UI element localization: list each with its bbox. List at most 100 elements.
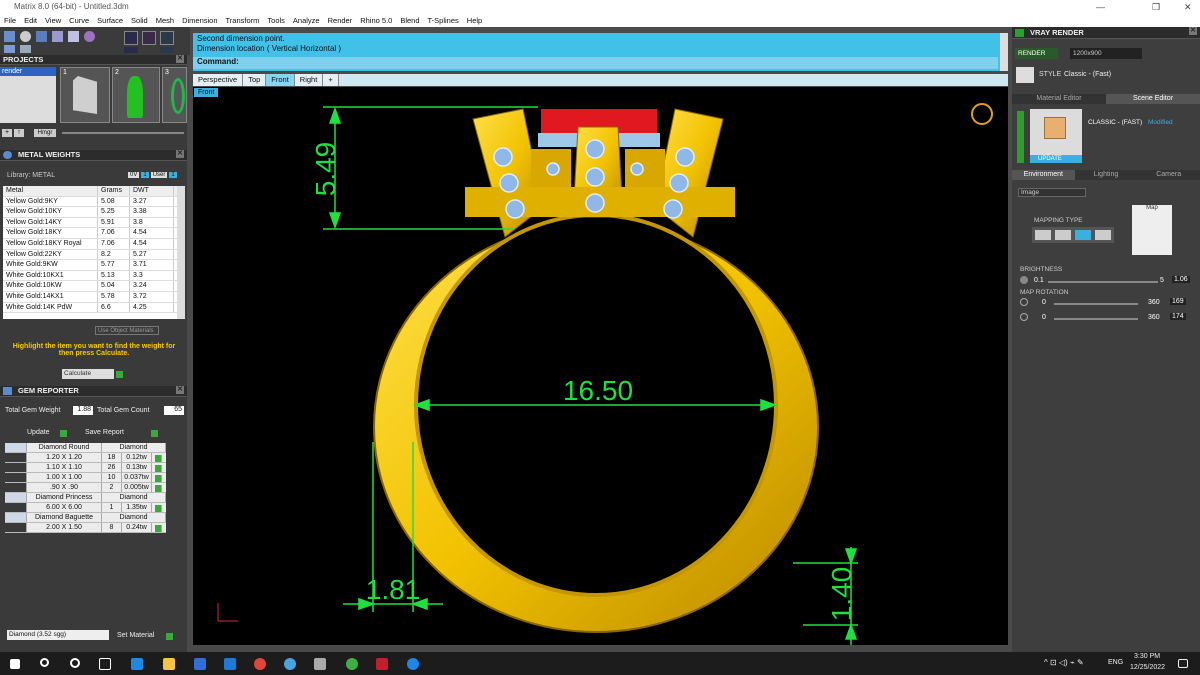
style-select[interactable]: Classic - (Fast) xyxy=(1064,71,1111,78)
menu-help[interactable]: Help xyxy=(463,16,486,25)
tab-top[interactable]: Top xyxy=(243,74,267,86)
cortana-icon[interactable] xyxy=(70,658,80,668)
scene-expander[interactable] xyxy=(1017,111,1024,163)
close-button[interactable]: ✕ xyxy=(1184,0,1192,14)
manager-button[interactable]: Hmgr xyxy=(34,129,56,137)
layers-icon[interactable] xyxy=(4,45,15,53)
clock-time[interactable]: 3:30 PM xyxy=(1134,653,1160,660)
menu-mesh[interactable]: Mesh xyxy=(152,16,178,25)
tab-right[interactable]: Right xyxy=(294,74,324,86)
chrome-icon[interactable] xyxy=(254,658,266,670)
metal-row[interactable]: Yellow Gold:9KY 5.08 3.27 xyxy=(3,196,185,208)
metal-row[interactable]: Yellow Gold:22KY 8.2 5.27 xyxy=(3,249,185,261)
gem-row[interactable]: 1.10 X 1.10 26 0.13tw xyxy=(5,463,166,473)
minimize-button[interactable]: — xyxy=(1096,0,1105,14)
map-box-icon[interactable] xyxy=(1055,230,1071,240)
tab-front[interactable]: Front xyxy=(266,74,295,86)
metal-close-icon[interactable]: ✕ xyxy=(176,150,184,158)
snap-icon[interactable] xyxy=(124,31,138,45)
front-viewport[interactable]: Front 5.49 16.50 1.81 1.40 xyxy=(193,87,1008,645)
metal-row[interactable]: Yellow Gold:14KY 5.91 3.8 xyxy=(3,217,185,229)
tab-add[interactable]: + xyxy=(323,74,339,86)
rotation-1-slider[interactable] xyxy=(1054,303,1138,305)
map-sphere-icon[interactable] xyxy=(1095,230,1111,240)
zalo-icon[interactable] xyxy=(407,658,419,670)
view-icon[interactable] xyxy=(124,47,138,53)
notifications-icon[interactable] xyxy=(1178,659,1188,668)
project-item[interactable]: render xyxy=(0,67,56,76)
ring-icon[interactable] xyxy=(971,103,993,125)
projects-close-icon[interactable]: ✕ xyxy=(176,55,184,63)
gem-select-icon[interactable] xyxy=(155,454,162,462)
menu-surface[interactable]: Surface xyxy=(93,16,127,25)
flag-1[interactable]: 1 xyxy=(141,172,149,178)
map-preview[interactable]: Map xyxy=(1132,205,1172,255)
rotation-2-value[interactable]: 174 xyxy=(1170,313,1186,320)
render-button[interactable]: RENDER xyxy=(1015,48,1058,59)
gem-close-icon[interactable]: ✕ xyxy=(176,386,184,394)
tab-lighting[interactable]: Lighting xyxy=(1074,170,1138,180)
metal-row[interactable]: White Gold:9KW 5.77 3.71 xyxy=(3,260,185,271)
shade-icon[interactable] xyxy=(160,47,174,53)
scene-update-button[interactable]: UPDATE xyxy=(1030,155,1082,163)
file-explorer-icon[interactable] xyxy=(163,658,175,670)
menu-rhino[interactable]: Rhino 5.0 xyxy=(356,16,396,25)
tab-material-editor[interactable]: Material Editor xyxy=(1012,94,1106,104)
app-icon-1[interactable] xyxy=(284,658,296,670)
store-icon[interactable] xyxy=(194,658,206,670)
osnap-icon[interactable] xyxy=(142,31,156,45)
rotation-1-value[interactable]: 169 xyxy=(1170,298,1186,305)
resolution-field[interactable]: 1200x900 xyxy=(1070,48,1142,59)
command-input[interactable]: Command: xyxy=(193,57,998,69)
set-material-go-icon[interactable] xyxy=(166,632,173,640)
update-report-button[interactable]: Update xyxy=(27,429,50,436)
task-view-icon[interactable] xyxy=(99,658,111,670)
material-select[interactable]: Diamond (3.52 sgg) xyxy=(7,630,109,640)
menu-file[interactable]: File xyxy=(0,16,20,25)
project-thumb-1[interactable]: 1 xyxy=(60,67,110,123)
metal-row[interactable]: White Gold:10KW 5.04 3.24 xyxy=(3,281,185,292)
menu-render[interactable]: Render xyxy=(324,16,357,25)
gem-select-icon[interactable] xyxy=(155,504,162,512)
map-cylinder-icon[interactable] xyxy=(1075,230,1091,240)
language-indicator[interactable]: ENG xyxy=(1108,659,1123,666)
menu-blend[interactable]: Blend xyxy=(396,16,423,25)
menu-tsplines[interactable]: T-Splines xyxy=(424,16,463,25)
grid-icon[interactable] xyxy=(4,31,15,42)
gem-select-icon[interactable] xyxy=(155,464,162,472)
tab-scene-editor[interactable]: Scene Editor xyxy=(1106,94,1200,104)
metal-row[interactable]: White Gold:10KX1 5.13 3.3 xyxy=(3,270,185,282)
environment-type-select[interactable]: Image xyxy=(1018,188,1086,197)
flag-2[interactable]: 1 xyxy=(169,172,177,178)
material-icon[interactable] xyxy=(84,31,95,42)
rotate-icon[interactable] xyxy=(52,31,63,42)
set-material-button[interactable]: Set Material xyxy=(117,632,154,639)
app-icon-3[interactable] xyxy=(346,658,358,670)
select-icon[interactable] xyxy=(20,45,31,53)
mail-icon[interactable] xyxy=(224,658,236,670)
menu-solid[interactable]: Solid xyxy=(127,16,152,25)
gem-row[interactable]: 1.20 X 1.20 18 0.12tw xyxy=(5,453,166,463)
tab-perspective[interactable]: Perspective xyxy=(193,74,244,86)
brightness-slider[interactable] xyxy=(1048,281,1158,283)
up-button[interactable]: ↑ xyxy=(14,129,24,137)
tab-camera[interactable]: Camera xyxy=(1137,170,1200,180)
map-plane-icon[interactable] xyxy=(1035,230,1051,240)
metal-scrollbar[interactable] xyxy=(177,186,185,319)
calculate-go-icon[interactable] xyxy=(116,370,123,378)
save-report-button[interactable]: Save Report xyxy=(85,429,124,436)
system-tray-icons[interactable]: ^ ⊡ ◁) ⌁ ✎ xyxy=(1044,658,1084,667)
gem-select-icon[interactable] xyxy=(155,484,162,492)
menu-tools[interactable]: Tools xyxy=(263,16,289,25)
rotation-2-slider[interactable] xyxy=(1054,318,1138,320)
metal-row[interactable]: White Gold:14KX1 5.78 3.72 xyxy=(3,291,185,303)
gem-row[interactable]: 2.00 X 1.50 8 0.24tw xyxy=(5,523,166,533)
move-icon[interactable] xyxy=(68,31,79,42)
project-list[interactable]: render xyxy=(0,67,56,123)
clock-date[interactable]: 12/25/2022 xyxy=(1130,664,1165,671)
edge-icon[interactable] xyxy=(131,658,143,670)
app-icon-2[interactable] xyxy=(314,658,326,670)
windows-start-icon[interactable] xyxy=(10,659,20,669)
flag-user[interactable]: User xyxy=(150,172,168,178)
viewport-label[interactable]: Front xyxy=(194,88,219,97)
